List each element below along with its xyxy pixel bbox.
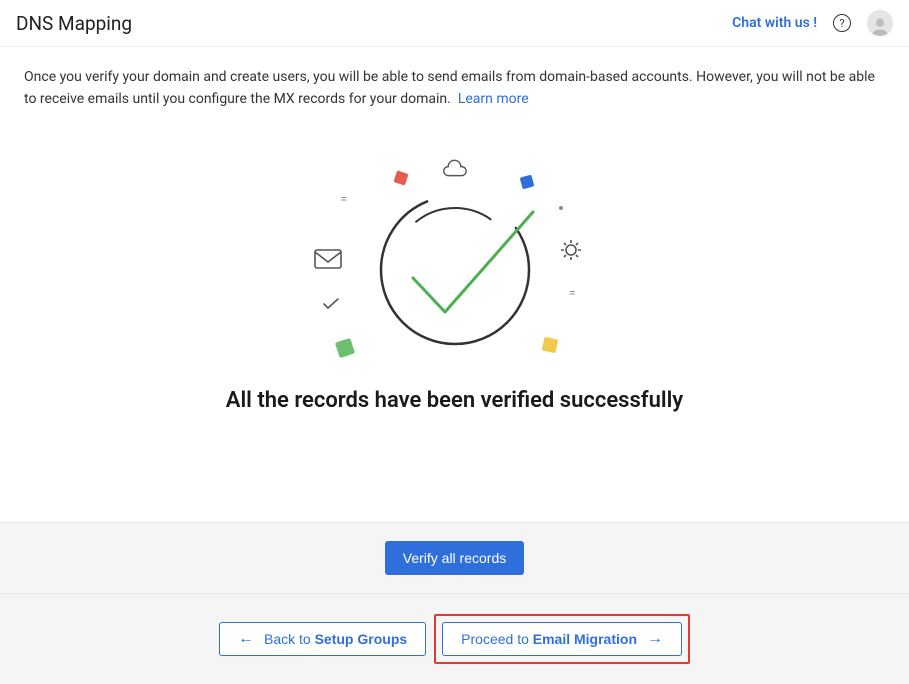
help-icon[interactable]: ? — [833, 14, 851, 32]
deco-lines-icon: = — [341, 192, 347, 206]
page-title: DNS Mapping — [16, 12, 132, 35]
back-button-strong: Setup Groups — [315, 631, 408, 647]
success-heading: All the records have been verified succe… — [226, 388, 683, 413]
deco-lines-icon: = — [569, 286, 575, 300]
deco-dot-icon — [559, 206, 563, 210]
chat-link[interactable]: Chat with us ! — [732, 15, 817, 31]
proceed-button-strong: Email Migration — [533, 631, 637, 647]
description-body: Once you verify your domain and create u… — [24, 69, 875, 107]
highlight-annotation: Proceed to Email Migration → — [434, 614, 690, 664]
success-illustration: = = — [305, 150, 605, 370]
proceed-to-email-migration-button[interactable]: Proceed to Email Migration → — [442, 622, 682, 656]
back-to-setup-groups-button[interactable]: ← Back to Setup Groups — [219, 622, 426, 656]
back-button-prefix: Back to — [264, 631, 315, 647]
avatar[interactable] — [867, 10, 893, 36]
description-text: Once you verify your domain and create u… — [24, 67, 885, 110]
arrow-left-icon: ← — [238, 631, 254, 647]
verify-all-records-button[interactable]: Verify all records — [385, 541, 524, 575]
arrow-right-icon: → — [647, 631, 663, 647]
learn-more-link[interactable]: Learn more — [458, 91, 529, 107]
proceed-button-prefix: Proceed to — [461, 631, 533, 647]
deco-check-icon — [323, 295, 339, 314]
